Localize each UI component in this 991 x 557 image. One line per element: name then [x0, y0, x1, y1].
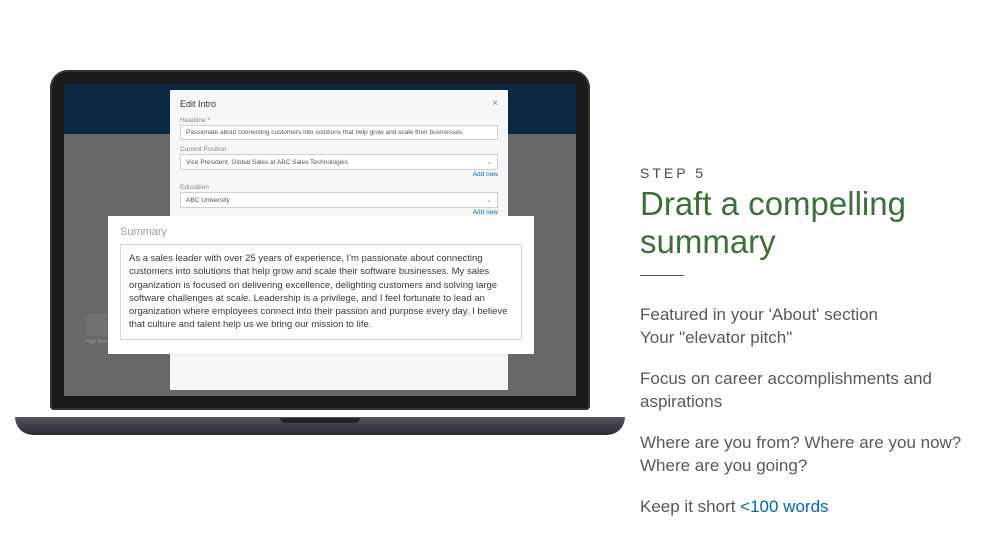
summary-card: Summary As a sales leader with over 25 y…	[108, 216, 534, 354]
add-new-position-link[interactable]: Add new	[180, 171, 498, 178]
education-label: Education	[180, 184, 498, 191]
headline-label: Headline *	[180, 117, 498, 124]
headline-input[interactable]: Passionate about connecting customers in…	[180, 125, 498, 140]
chevron-down-icon: ⌄	[486, 196, 492, 204]
education-select[interactable]: ABC University ⌄	[180, 192, 498, 208]
headline-field-group: Headline * Passionate about connecting c…	[180, 117, 498, 140]
text-panel: STEP 5 Draft a compelling summary Featur…	[640, 0, 991, 557]
current-position-label: Current Position	[180, 146, 498, 153]
laptop-base	[15, 417, 625, 435]
modal-title: Edit Intro	[180, 99, 216, 109]
bullet-short: Keep it short <100 words	[640, 496, 971, 519]
visual-panel: Edit Intro × Headline * Passionate about…	[0, 0, 640, 557]
divider	[640, 275, 684, 277]
current-position-value: Vice President, Global Sales at ABC Sale…	[186, 159, 348, 166]
avatar	[86, 314, 108, 336]
slide-headline: Draft a compelling summary	[640, 185, 971, 261]
current-position-group: Current Position Vice President, Global …	[180, 146, 498, 178]
step-label: STEP 5	[640, 165, 971, 181]
slide-container: Edit Intro × Headline * Passionate about…	[0, 0, 991, 557]
chevron-down-icon: ⌄	[486, 158, 492, 166]
bullet-line: Your "elevator pitch"	[640, 328, 792, 347]
summary-card-title: Summary	[120, 226, 522, 238]
bullet-where: Where are you from? Where are you now? W…	[640, 432, 971, 478]
headline-value: Passionate about connecting customers in…	[186, 129, 464, 136]
laptop-notch	[280, 418, 360, 423]
word-limit-link: <100 words	[740, 497, 828, 516]
education-value: ABC University	[186, 197, 230, 204]
modal-header: Edit Intro ×	[180, 98, 498, 109]
bullet-short-pre: Keep it short	[640, 497, 740, 516]
bullet-line: Featured in your 'About' section	[640, 305, 878, 324]
bullet-about-pitch: Featured in your 'About' section Your "e…	[640, 304, 971, 350]
education-group: Education ABC University ⌄ Add new	[180, 184, 498, 216]
summary-card-text[interactable]: As a sales leader with over 25 years of …	[120, 244, 522, 340]
add-new-education-link[interactable]: Add new	[180, 209, 498, 216]
bullet-accomplishments: Focus on career accomplishments and aspi…	[640, 368, 971, 414]
current-position-select[interactable]: Vice President, Global Sales at ABC Sale…	[180, 154, 498, 170]
close-icon[interactable]: ×	[492, 98, 498, 109]
